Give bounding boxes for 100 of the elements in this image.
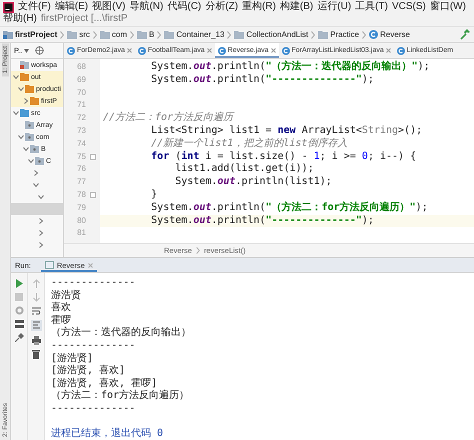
menu-item[interactable]: 分析(Z) xyxy=(205,1,238,13)
console-line: 游浩贤 xyxy=(51,290,82,302)
class-icon xyxy=(282,46,290,54)
breadcrumb-item[interactable]: B xyxy=(137,30,154,39)
layout-icon[interactable] xyxy=(14,320,24,328)
breadcrumb-item[interactable]: Reverse xyxy=(369,30,410,39)
line-number: 75 xyxy=(76,150,86,163)
close-icon[interactable] xyxy=(126,48,132,53)
target-icon[interactable] xyxy=(35,46,44,55)
chevron-icon[interactable] xyxy=(38,194,44,200)
chevron-icon[interactable] xyxy=(13,110,19,116)
package-icon xyxy=(25,133,34,141)
console-line: 进程已结束，退出代码 0 xyxy=(51,428,164,440)
menu-item[interactable]: 运行(U) xyxy=(317,1,352,13)
trash-icon[interactable] xyxy=(32,350,40,359)
chevron-icon xyxy=(362,30,366,38)
code-line: System.out.println("--------------"); xyxy=(150,74,375,87)
scroll-icon[interactable] xyxy=(30,320,42,331)
chevron-icon[interactable] xyxy=(13,74,19,80)
caret-icon[interactable] xyxy=(24,48,30,52)
code-line: list1.add(list.get(i)); xyxy=(174,163,315,176)
code-line: System.out.println("（方法二：for方法反向遍历）"); xyxy=(150,202,429,215)
chevron-icon[interactable] xyxy=(38,218,44,224)
line-number: 77 xyxy=(76,176,86,188)
gear-icon[interactable] xyxy=(14,306,24,315)
chevron-icon xyxy=(196,247,200,254)
line-number: 80 xyxy=(76,214,86,227)
console-line: [游浩贤, 喜欢, 霍啰] xyxy=(51,378,158,390)
chevron-icon[interactable] xyxy=(23,98,29,104)
folder-icon xyxy=(234,30,244,38)
chevron-icon xyxy=(157,30,162,38)
line-number: 78 xyxy=(76,188,86,201)
menu-item[interactable]: 文件(F) xyxy=(18,1,51,13)
breadcrumb-item[interactable]: Practice xyxy=(318,30,360,39)
chevron-icon xyxy=(92,30,97,38)
menu-item[interactable]: 重构(R) xyxy=(242,1,276,13)
chevron-icon xyxy=(227,30,232,38)
class-icon xyxy=(369,30,378,39)
line-number: 70 xyxy=(76,86,86,99)
line-number: 76 xyxy=(76,163,86,176)
code-line: for (int i = list.size() - 1; i >= 0; i--) { xyxy=(150,150,418,163)
line-number: 68 xyxy=(76,61,86,73)
code-line: System.out.println(list1); xyxy=(174,176,333,189)
folder-icon xyxy=(318,30,328,38)
package-icon xyxy=(30,145,39,153)
class-icon xyxy=(138,46,146,54)
chevron-icon[interactable] xyxy=(28,158,34,164)
menu-item[interactable]: 视图(V) xyxy=(92,1,126,13)
chevron-icon[interactable] xyxy=(33,170,39,176)
menu-item[interactable]: VCS(S) xyxy=(392,1,426,13)
chevron-icon xyxy=(130,30,134,38)
hammer-icon[interactable] xyxy=(460,29,471,40)
line-number: 81 xyxy=(76,227,86,240)
pin-icon[interactable] xyxy=(14,333,24,342)
close-icon[interactable] xyxy=(206,48,212,53)
close-icon[interactable] xyxy=(386,48,391,53)
module-folder-icon xyxy=(3,30,13,39)
menu-item[interactable]: 窗口(W) xyxy=(430,1,466,13)
window-title: firstProject [...\firstP xyxy=(40,13,128,25)
chevron-icon[interactable] xyxy=(38,242,44,248)
menu-item[interactable]: 编辑(E) xyxy=(54,1,88,13)
breadcrumb-item[interactable]: CollectionAndList xyxy=(234,30,308,39)
menu-item[interactable]: 构建(B) xyxy=(280,1,314,13)
line-number: 71 xyxy=(76,99,86,112)
code-line: System.out.println("（方法一：迭代器的反向输出）"); xyxy=(150,61,431,74)
chevron-icon[interactable] xyxy=(33,182,39,188)
menu-item[interactable]: 代码(C) xyxy=(167,1,202,13)
chevron-icon[interactable] xyxy=(18,86,24,92)
chevron-icon xyxy=(60,30,64,38)
folder-icon xyxy=(67,30,78,38)
folder-icon xyxy=(137,30,148,38)
close-icon[interactable] xyxy=(270,48,276,53)
chevron-icon xyxy=(311,30,316,38)
class-icon xyxy=(218,46,226,54)
wrap-icon[interactable] xyxy=(32,307,40,315)
chevron-icon[interactable] xyxy=(23,146,29,152)
code-line: } xyxy=(150,188,158,202)
breadcrumb-item[interactable]: firstProject xyxy=(3,30,58,39)
console-line: -------------- xyxy=(51,402,136,416)
class-icon xyxy=(396,46,405,54)
line-number: 72 xyxy=(76,112,86,124)
line-number: 79 xyxy=(76,202,86,214)
breadcrumb-item[interactable]: src xyxy=(67,30,90,39)
app-logo-icon xyxy=(3,2,14,12)
code-line: //新建一个list1，把之前的list倒序存入 xyxy=(150,138,348,150)
package-icon xyxy=(35,157,44,165)
console-line: （方法二：for方法反向遍历） xyxy=(51,390,190,403)
console-line: 喜欢 xyxy=(51,302,72,315)
print-icon[interactable] xyxy=(32,336,40,345)
breadcrumb-item[interactable]: Container_13 xyxy=(164,30,224,39)
menu-item[interactable]: 导航(N) xyxy=(129,1,164,13)
code-line: List<String> list1 = new ArrayList<String>(); xyxy=(150,124,424,138)
menu-item[interactable]: 工具(T) xyxy=(355,1,388,13)
run-icon[interactable] xyxy=(14,279,24,288)
chevron-icon[interactable] xyxy=(38,230,44,236)
chevron-icon[interactable] xyxy=(18,134,24,140)
folder-icon xyxy=(164,30,174,38)
breadcrumb-item[interactable]: com xyxy=(100,30,128,39)
console-line: [游浩贤, 喜欢] xyxy=(51,365,126,378)
menu-item[interactable]: 帮助(H) xyxy=(3,13,37,25)
